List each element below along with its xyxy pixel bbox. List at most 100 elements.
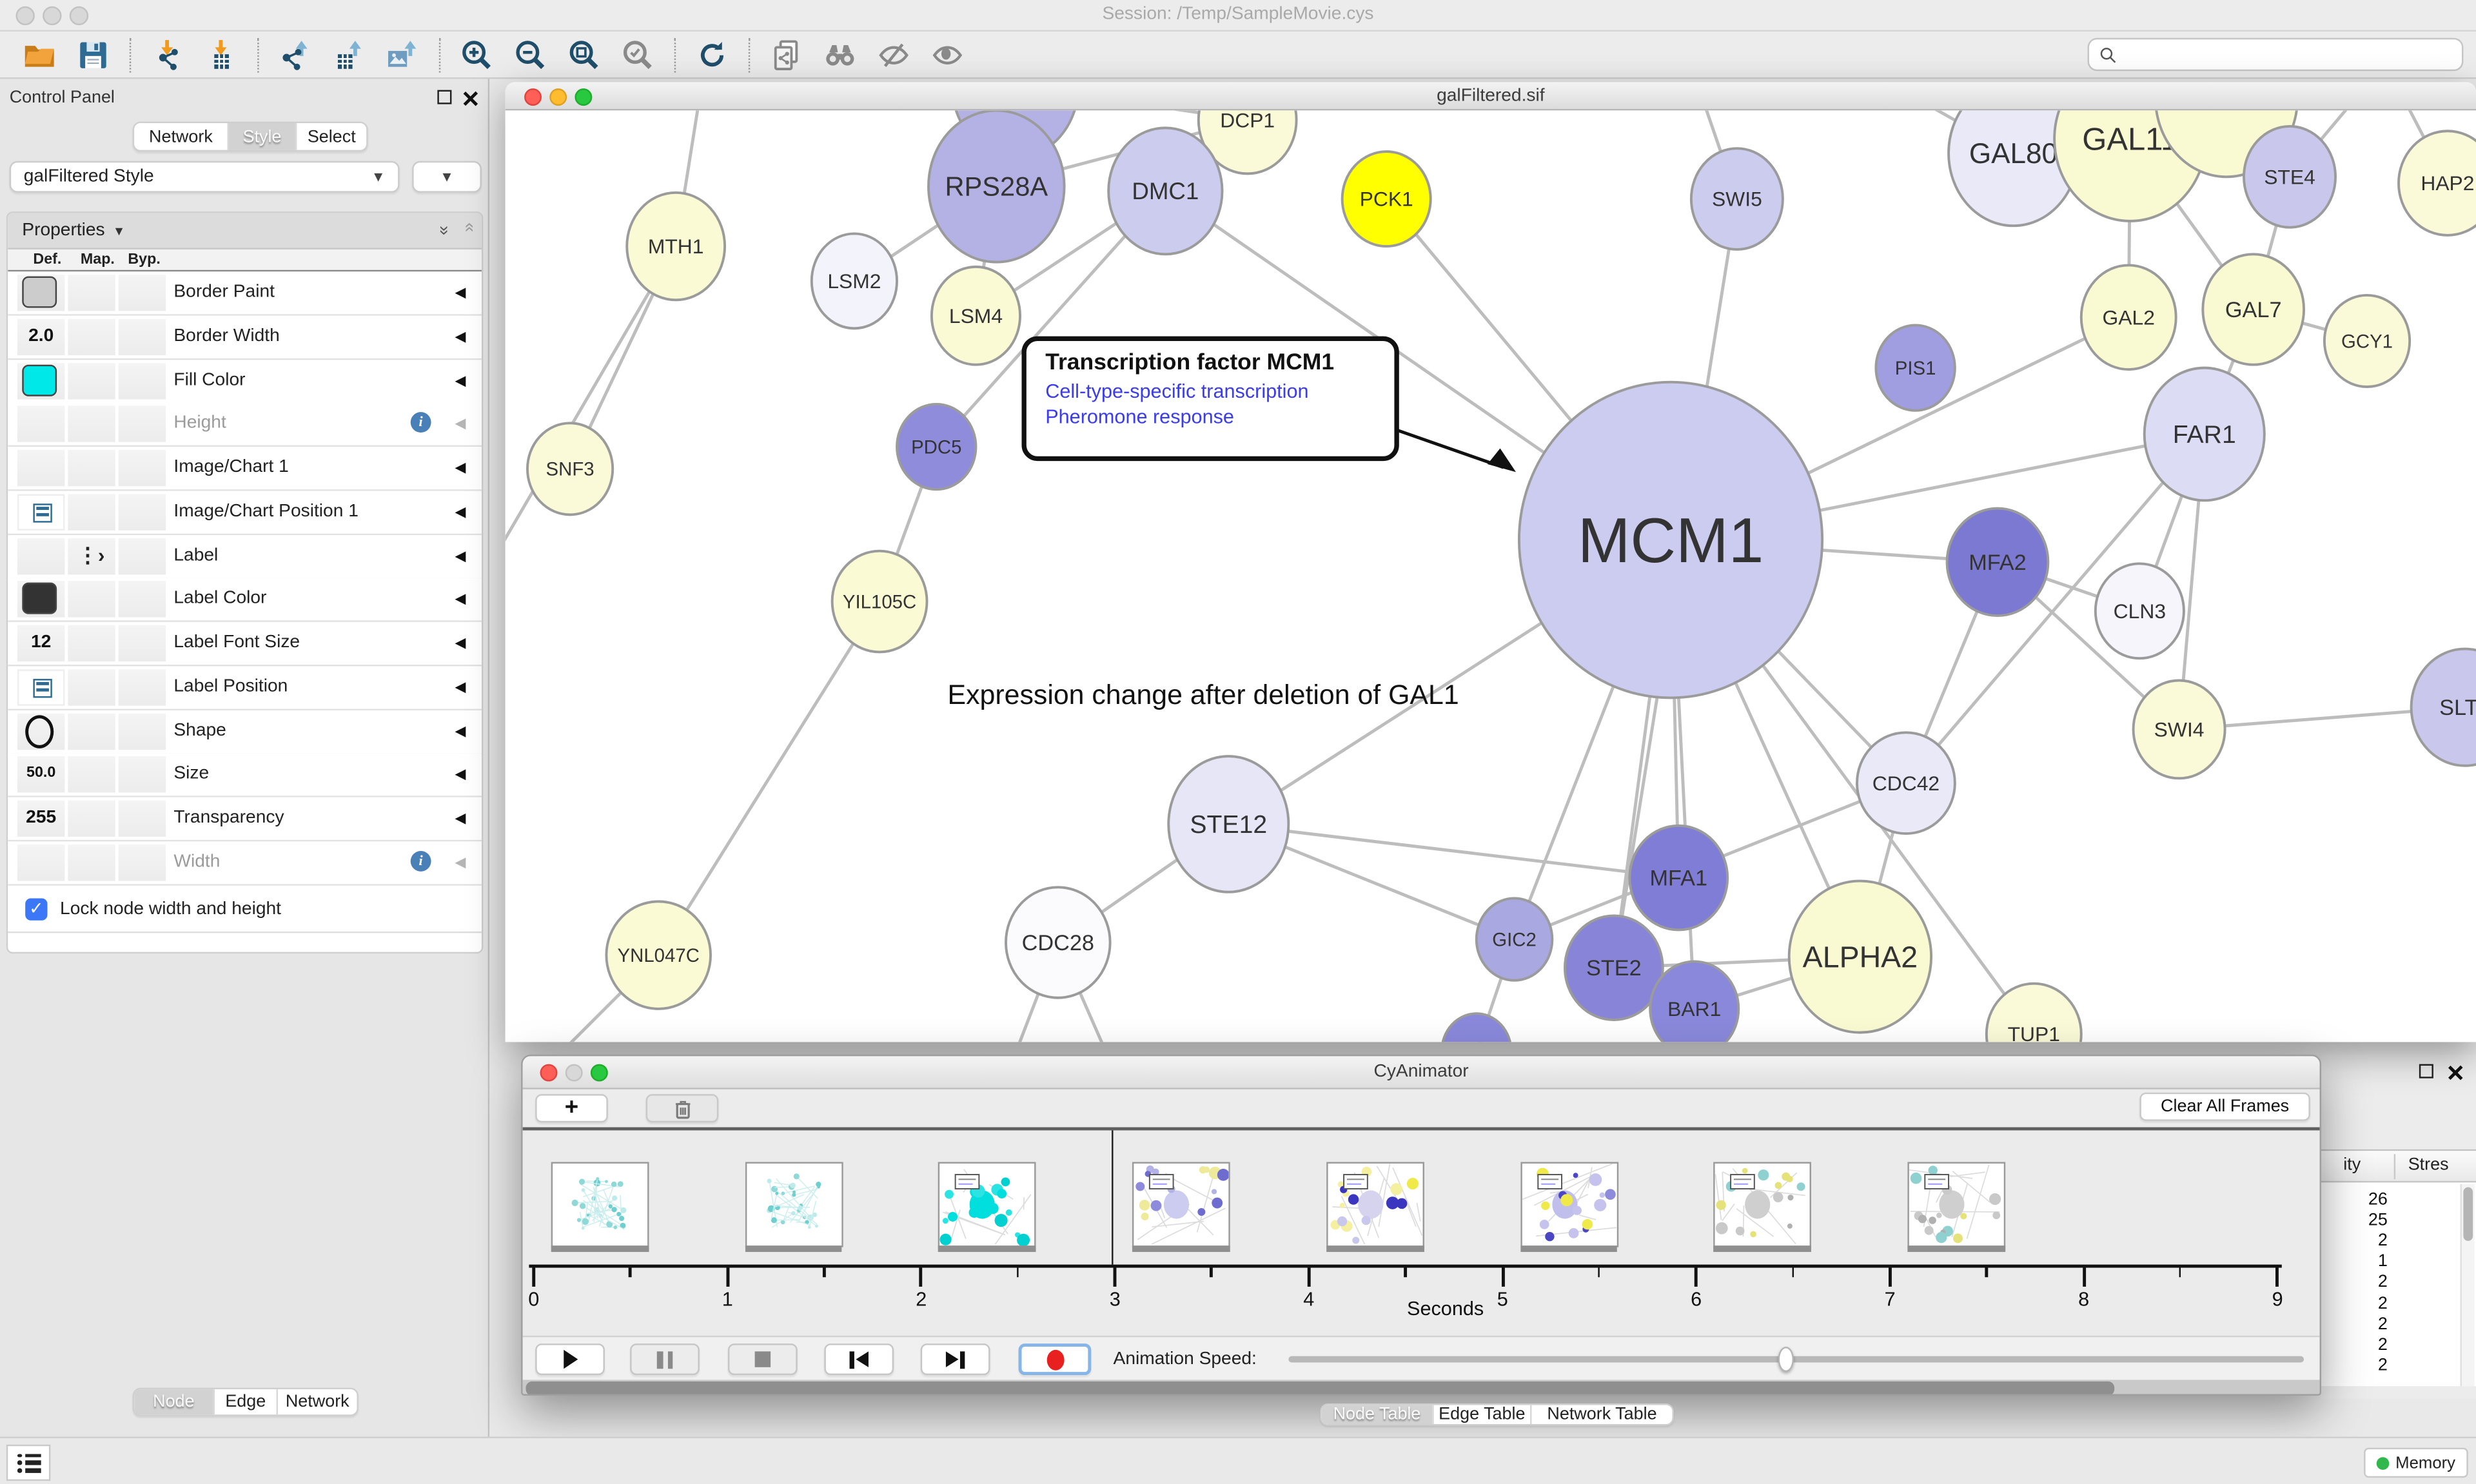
network-canvas[interactable]: RPS28ALSM2LSM4DCP1DMC1PCK1MTH1SNF3PDC5YI…: [506, 110, 2476, 1042]
mapping-cell[interactable]: [68, 362, 115, 398]
table-cell-connectivity[interactable]: 25: [2324, 1211, 2388, 1230]
delete-frame-button[interactable]: [646, 1094, 719, 1122]
mapping-cell[interactable]: [68, 450, 115, 486]
expand-all-icon[interactable]: »: [434, 226, 453, 232]
node-DMC1[interactable]: DMC1: [1108, 128, 1222, 254]
default-value-cell[interactable]: [17, 581, 64, 618]
stop-button[interactable]: [728, 1343, 798, 1375]
expand-arrow-icon[interactable]: ◀: [455, 634, 466, 652]
column-header-stress[interactable]: Stres: [2408, 1156, 2449, 1175]
node-GCY1[interactable]: GCY1: [2324, 295, 2410, 387]
lock-checkbox[interactable]: ✓: [25, 897, 47, 919]
search-input[interactable]: [2124, 43, 2462, 65]
default-value-cell[interactable]: 2.0: [17, 318, 64, 355]
bypass-cell[interactable]: [119, 801, 166, 837]
mapping-cell[interactable]: ⋮›: [68, 538, 115, 574]
expand-arrow-icon[interactable]: ◀: [455, 810, 466, 827]
network-window-titlebar[interactable]: galFiltered.sif: [506, 82, 2476, 110]
tab-edge-table[interactable]: Edge Table: [1432, 1405, 1530, 1424]
default-value-cell[interactable]: [17, 362, 64, 398]
node-MFA2[interactable]: MFA2: [1947, 509, 2049, 616]
expand-arrow-icon[interactable]: ◀: [455, 503, 466, 521]
node-LSM4[interactable]: LSM4: [932, 267, 1020, 365]
node-RPS28A[interactable]: RPS28A: [928, 110, 1065, 262]
table-cell-connectivity[interactable]: 1: [2324, 1253, 2388, 1271]
default-value-cell[interactable]: 50.0: [17, 757, 64, 793]
mapping-cell[interactable]: [68, 625, 115, 661]
node-SNF3[interactable]: SNF3: [527, 423, 613, 514]
table-cell-connectivity[interactable]: 2: [2324, 1335, 2388, 1354]
property-row[interactable]: Label Color◀: [8, 578, 482, 623]
mapping-cell[interactable]: [68, 494, 115, 530]
node-HAP2[interactable]: HAP2: [2399, 131, 2476, 235]
frame-thumbnail-6[interactable]: [1714, 1162, 1812, 1247]
frame-thumbnail-4[interactable]: [1326, 1162, 1424, 1247]
export-network-icon[interactable]: [275, 35, 316, 73]
expand-arrow-icon[interactable]: ◀: [455, 416, 466, 433]
annotation-link[interactable]: Pheromone response: [1045, 405, 1375, 427]
cyanimator-titlebar[interactable]: CyAnimator: [523, 1056, 2320, 1089]
expand-arrow-icon[interactable]: ◀: [455, 284, 466, 302]
node-NP1[interactable]: [1442, 1013, 1511, 1042]
table-cell-connectivity[interactable]: 2: [2324, 1273, 2388, 1292]
table-cell-connectivity[interactable]: 26: [2324, 1191, 2388, 1209]
bypass-cell[interactable]: [119, 581, 166, 618]
info-icon[interactable]: i: [411, 413, 431, 433]
tab-node-table[interactable]: Node Table: [1322, 1405, 1432, 1424]
node-FAR1[interactable]: FAR1: [2145, 368, 2265, 501]
expand-arrow-icon[interactable]: ◀: [455, 678, 466, 696]
node-MFA1[interactable]: MFA1: [1629, 826, 1727, 930]
node-STE4[interactable]: STE4: [2244, 126, 2335, 228]
expand-arrow-icon[interactable]: ◀: [455, 547, 466, 565]
frame-thumbnail-5[interactable]: [1520, 1162, 1618, 1247]
import-table-icon[interactable]: [201, 35, 242, 73]
float-window-icon[interactable]: [437, 90, 451, 104]
float-window-icon[interactable]: [2419, 1064, 2433, 1079]
node-MCM1[interactable]: MCM1: [1519, 382, 1822, 698]
zoom-out-icon[interactable]: [510, 35, 551, 73]
default-value-cell[interactable]: 255: [17, 801, 64, 837]
bypass-cell[interactable]: [119, 494, 166, 530]
mapping-cell[interactable]: [68, 801, 115, 837]
add-frame-button[interactable]: +: [535, 1094, 608, 1122]
mapping-cell[interactable]: [68, 318, 115, 355]
search-box[interactable]: [2088, 38, 2464, 71]
table-vertical-scrollbar[interactable]: [2461, 1184, 2475, 1386]
scrollbar-thumb[interactable]: [526, 1381, 2115, 1396]
node-BAR1[interactable]: BAR1: [1650, 961, 1738, 1042]
frame-thumbnail-0[interactable]: [551, 1162, 649, 1247]
node-LSM2[interactable]: LSM2: [812, 233, 897, 328]
table-cell-connectivity[interactable]: 2: [2324, 1294, 2388, 1313]
clear-all-frames-button[interactable]: Clear All Frames: [2139, 1093, 2310, 1121]
bypass-cell[interactable]: [119, 362, 166, 398]
zoom-selected-icon[interactable]: [618, 35, 659, 73]
property-row[interactable]: 2.0Border Width◀: [8, 315, 482, 360]
mapping-cell[interactable]: [68, 757, 115, 793]
property-row[interactable]: Image/Chart 1◀: [8, 447, 482, 491]
tab-style[interactable]: Style: [228, 123, 295, 150]
record-button[interactable]: [1019, 1343, 1092, 1375]
node-ALPHA2[interactable]: ALPHA2: [1789, 881, 1931, 1033]
bypass-cell[interactable]: [119, 318, 166, 355]
memory-button[interactable]: Memory: [2364, 1448, 2468, 1478]
expand-arrow-icon[interactable]: ◀: [455, 372, 466, 389]
node-CLN3[interactable]: CLN3: [2096, 563, 2184, 658]
style-options-button[interactable]: ▼: [412, 161, 482, 193]
zoom-fit-icon[interactable]: [564, 35, 605, 73]
expand-arrow-icon[interactable]: ◀: [455, 766, 466, 783]
mapping-cell[interactable]: [68, 406, 115, 442]
bypass-cell[interactable]: [119, 713, 166, 749]
default-value-cell[interactable]: 12: [17, 625, 64, 661]
mapping-cell[interactable]: [68, 669, 115, 705]
bypass-cell[interactable]: [119, 625, 166, 661]
frame-thumbnail-2[interactable]: [939, 1162, 1037, 1247]
node-YNL047C[interactable]: YNL047C: [606, 901, 711, 1009]
export-image-icon[interactable]: [382, 35, 424, 73]
property-row[interactable]: 50.0Size◀: [8, 754, 482, 798]
node-STE12[interactable]: STE12: [1168, 756, 1288, 892]
next-frame-button[interactable]: [921, 1343, 990, 1375]
mapping-cell[interactable]: [68, 713, 115, 749]
node-PIS1[interactable]: PIS1: [1876, 325, 1954, 410]
property-row[interactable]: Border Paint◀: [8, 271, 482, 316]
frame-thumbnail-3[interactable]: [1132, 1162, 1230, 1247]
